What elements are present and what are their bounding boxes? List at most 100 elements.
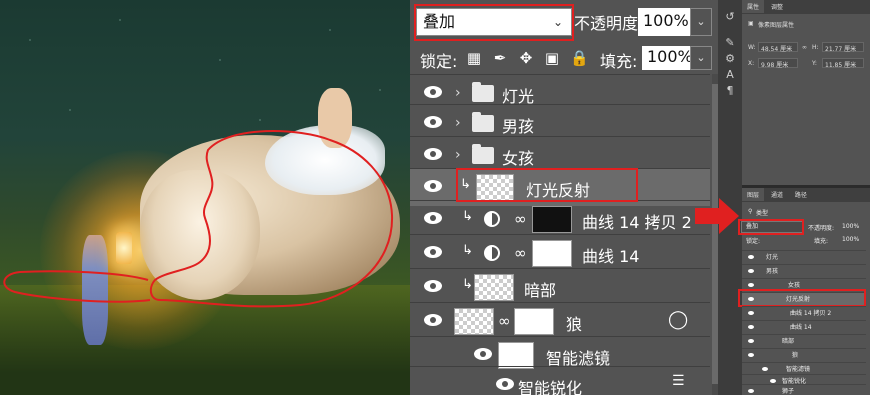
layer-row[interactable]: ↳ 暗部 [410, 268, 710, 306]
mini-blend-highlight [738, 219, 804, 235]
visibility-eye-icon[interactable] [770, 379, 776, 383]
blend-mode-highlight [414, 4, 574, 41]
visibility-eye-icon[interactable] [424, 148, 442, 160]
tab-properties[interactable]: 属性 [742, 0, 765, 13]
brush-settings-icon[interactable]: ✎ [723, 36, 737, 50]
layer-name: 男孩 [502, 117, 535, 136]
visibility-eye-icon[interactable] [748, 389, 754, 393]
lock-artboard-icon[interactable]: ▣ [544, 50, 560, 66]
curves-adjustment-icon[interactable] [484, 245, 500, 261]
visibility-eye-icon[interactable] [424, 180, 442, 192]
tab-layers[interactable]: 图层 [742, 188, 765, 201]
height-label: H: [812, 44, 819, 51]
history-icon[interactable]: ↺ [723, 10, 737, 24]
visibility-eye-icon[interactable] [748, 339, 754, 343]
tab-channels[interactable]: 通道 [766, 188, 788, 201]
mini-opacity-value[interactable]: 100% [842, 223, 859, 230]
mini-layer-row[interactable]: 曲线 14 拷贝 2 [742, 306, 866, 320]
layer-name: 智能锐化 [518, 379, 583, 395]
x-label: X: [748, 60, 755, 67]
chevron-right-icon[interactable]: › [455, 115, 461, 131]
red-annotation-outline [3, 130, 394, 308]
layer-mask-thumbnail[interactable] [532, 206, 572, 233]
visibility-eye-icon[interactable] [424, 280, 442, 292]
visibility-eye-icon[interactable] [424, 86, 442, 98]
visibility-eye-icon[interactable] [748, 311, 754, 315]
properties-panel: 属性 调整 ▣ 像素图层属性 W: 48.54 厘米 ∞ H: 21.77 厘米… [742, 0, 870, 185]
mini-layer-row[interactable]: 暗部 [742, 334, 866, 348]
mini-selected-layer-highlight [738, 289, 866, 307]
y-input[interactable]: 11.85 厘米 [822, 58, 864, 69]
chevron-right-icon[interactable]: › [455, 85, 461, 101]
link-dimensions-icon[interactable]: ∞ [802, 44, 807, 51]
fill-dropdown-button[interactable]: ⌄ [690, 46, 712, 70]
opacity-label: 不透明度: [574, 14, 644, 33]
smart-filter-badge-icon[interactable]: ◯ [668, 309, 688, 330]
pixel-layer-icon: ▣ [748, 20, 754, 27]
mini-layer-name: 狮子 [782, 388, 795, 395]
link-icon[interactable]: ∞ [498, 312, 511, 330]
layer-row[interactable]: ↳ ∞ 曲线 14 [410, 234, 710, 272]
selected-layer-highlight [456, 168, 638, 202]
layer-mask-thumbnail[interactable] [514, 308, 554, 335]
mini-layer-row[interactable]: 灯光 [742, 250, 866, 264]
folder-icon [472, 82, 494, 102]
link-icon[interactable]: ∞ [514, 244, 527, 262]
link-icon[interactable]: ∞ [514, 210, 527, 228]
visibility-eye-icon[interactable] [748, 353, 754, 357]
visibility-eye-icon[interactable] [424, 314, 442, 326]
layer-name: 曲线 14 [582, 247, 640, 266]
visibility-eye-icon[interactable] [748, 325, 754, 329]
mini-fill-value[interactable]: 100% [842, 236, 859, 243]
visibility-eye-icon[interactable] [762, 367, 768, 371]
opacity-dropdown-button[interactable]: ⌄ [690, 8, 712, 36]
layer-thumbnail[interactable] [474, 274, 514, 301]
visibility-eye-icon[interactable] [748, 269, 754, 273]
character-icon[interactable]: A [723, 68, 737, 82]
height-value: 21.77 厘米 [825, 46, 857, 53]
properties-icon[interactable]: ⚙ [723, 52, 737, 66]
filter-options-icon[interactable]: ☰ [672, 373, 685, 389]
mini-layer-name: 曲线 14 [790, 324, 812, 331]
visibility-eye-icon[interactable] [474, 348, 492, 360]
fill-input[interactable]: 100% [642, 46, 693, 70]
visibility-eye-icon[interactable] [424, 246, 442, 258]
visibility-eye-icon[interactable] [424, 116, 442, 128]
tab-adjustments[interactable]: 调整 [766, 0, 788, 13]
mini-layer-row[interactable]: 曲线 14 [742, 320, 866, 334]
tab-paths[interactable]: 路径 [790, 188, 812, 201]
mini-layers-panel: 图层 通道 路径 ⚲ 类型 叠加 不透明度: 100% 锁定: 填充: 100%… [738, 188, 870, 395]
visibility-eye-icon[interactable] [748, 283, 754, 287]
kind-filter-label[interactable]: 类型 [756, 208, 768, 217]
lock-all-icon[interactable]: 🔒 [570, 50, 589, 66]
mini-layer-row[interactable]: 狼 [742, 348, 866, 362]
layer-row[interactable]: 智能锐化 ☰ [410, 366, 710, 395]
filter-mask-thumbnail[interactable] [498, 342, 534, 369]
smart-object-thumbnail[interactable] [454, 308, 494, 335]
height-input[interactable]: 21.77 厘米 [822, 42, 864, 53]
x-value: 9.98 厘米 [761, 62, 789, 69]
opacity-input[interactable]: 100% [638, 8, 690, 36]
mini-opacity-label: 不透明度: [808, 225, 835, 232]
red-arrow-icon [695, 198, 739, 234]
chevron-right-icon[interactable]: › [455, 147, 461, 163]
mini-layer-row[interactable]: 男孩 [742, 264, 866, 278]
visibility-eye-icon[interactable] [424, 212, 442, 224]
search-icon[interactable]: ⚲ [748, 208, 752, 215]
visibility-eye-icon[interactable] [748, 255, 754, 259]
paragraph-icon[interactable]: ¶ [723, 84, 737, 98]
lock-image-pixels-icon[interactable]: ✒ [492, 50, 508, 66]
layer-row[interactable]: ∞ 狼 ◯ [410, 302, 710, 340]
x-input[interactable]: 9.98 厘米 [758, 58, 798, 69]
visibility-eye-icon[interactable] [496, 378, 514, 390]
lock-label: 锁定: [420, 52, 458, 71]
layer-row[interactable]: ↳ ∞ 曲线 14 拷贝 2 [410, 200, 710, 238]
mini-layer-row[interactable]: 狮子 [742, 384, 866, 395]
mini-lock-label: 锁定: [746, 238, 761, 245]
layer-mask-thumbnail[interactable] [532, 240, 572, 267]
lock-position-icon[interactable]: ✥ [518, 50, 534, 66]
canvas-image [0, 0, 410, 395]
lock-transparent-pixels-icon[interactable]: ▦ [466, 50, 482, 66]
width-input[interactable]: 48.54 厘米 [758, 42, 798, 53]
curves-adjustment-icon[interactable] [484, 211, 500, 227]
